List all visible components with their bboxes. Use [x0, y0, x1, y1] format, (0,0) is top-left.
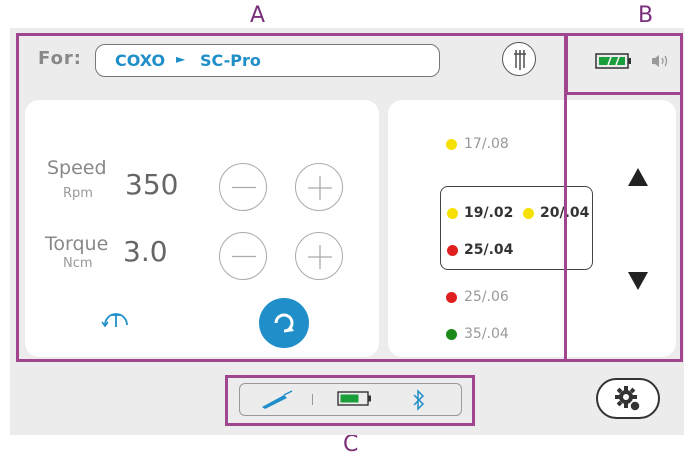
region-a-outline-right — [565, 92, 683, 362]
callout-c: C — [343, 432, 359, 457]
settings-gear-icon — [615, 386, 641, 412]
region-c-outline — [225, 375, 475, 426]
region-b-outline — [565, 33, 683, 95]
region-a-outline — [16, 33, 567, 362]
callout-b: B — [638, 3, 654, 28]
callout-a: A — [250, 3, 266, 28]
settings-button[interactable] — [596, 378, 660, 419]
